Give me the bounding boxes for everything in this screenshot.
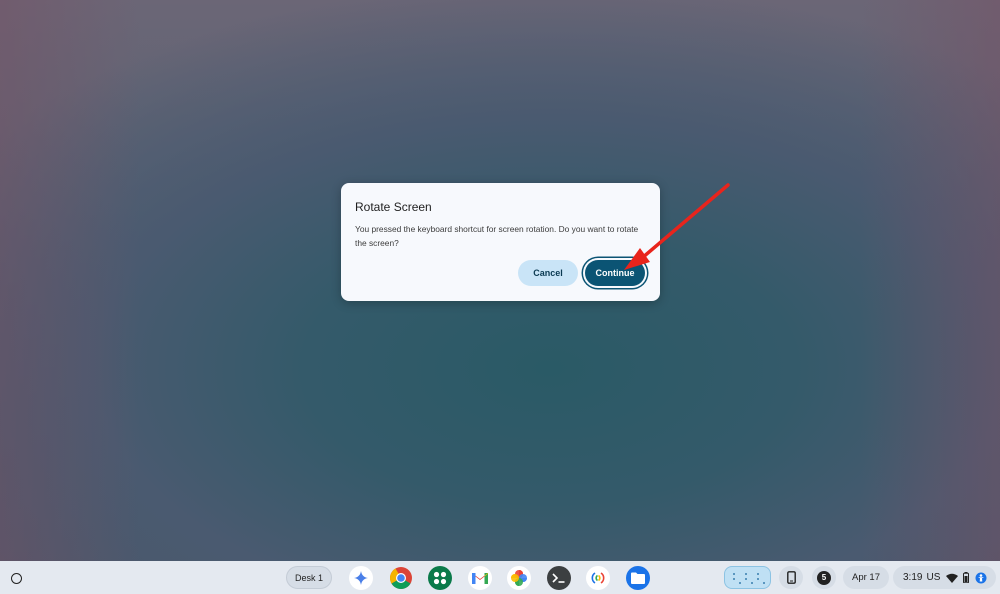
- launcher-button[interactable]: [7, 569, 25, 587]
- continue-button[interactable]: Continue: [585, 260, 645, 286]
- phone-hub-button[interactable]: [779, 566, 803, 589]
- app-gmail[interactable]: [468, 566, 492, 590]
- app-chrome[interactable]: [389, 566, 413, 590]
- dots-grid-icon: [433, 571, 447, 585]
- app-gemini[interactable]: [349, 566, 373, 590]
- shelf: Desk 1 5 Apr 17 3:19 US: [0, 561, 1000, 594]
- holding-space-tray[interactable]: [724, 566, 771, 589]
- app-files[interactable]: [626, 566, 650, 590]
- dialog-message: You pressed the keyboard shortcut for sc…: [355, 224, 639, 248]
- battery-icon: [963, 572, 970, 583]
- clock: 3:19: [903, 572, 923, 583]
- gmail-icon: [472, 573, 488, 584]
- notification-button[interactable]: 5: [812, 566, 836, 589]
- app-launcher-grid[interactable]: [428, 566, 452, 590]
- app-photos[interactable]: [507, 566, 531, 590]
- sparkle-icon: [354, 571, 368, 585]
- launcher-circle-icon: [10, 572, 22, 584]
- terminal-icon: [552, 573, 565, 583]
- cancel-button[interactable]: Cancel: [518, 260, 578, 286]
- nearby-icon: [591, 572, 605, 584]
- app-terminal[interactable]: [547, 566, 571, 590]
- pinwheel-icon: [511, 570, 527, 586]
- dialog-title: Rotate Screen: [355, 200, 432, 214]
- wifi-icon: [946, 573, 959, 583]
- phone-icon: [786, 571, 796, 584]
- date-tray[interactable]: Apr 17: [843, 566, 889, 589]
- rotate-screen-dialog: Rotate Screen You pressed the keyboard s…: [341, 183, 660, 301]
- app-nearby[interactable]: [586, 566, 610, 590]
- chrome-icon: [390, 567, 412, 589]
- accessibility-icon: [975, 572, 987, 583]
- folder-icon: [631, 572, 645, 584]
- notification-count: 5: [817, 570, 831, 585]
- input-method: US: [926, 572, 941, 583]
- status-area[interactable]: 3:19 US: [893, 566, 996, 589]
- desk-button[interactable]: Desk 1: [286, 566, 332, 589]
